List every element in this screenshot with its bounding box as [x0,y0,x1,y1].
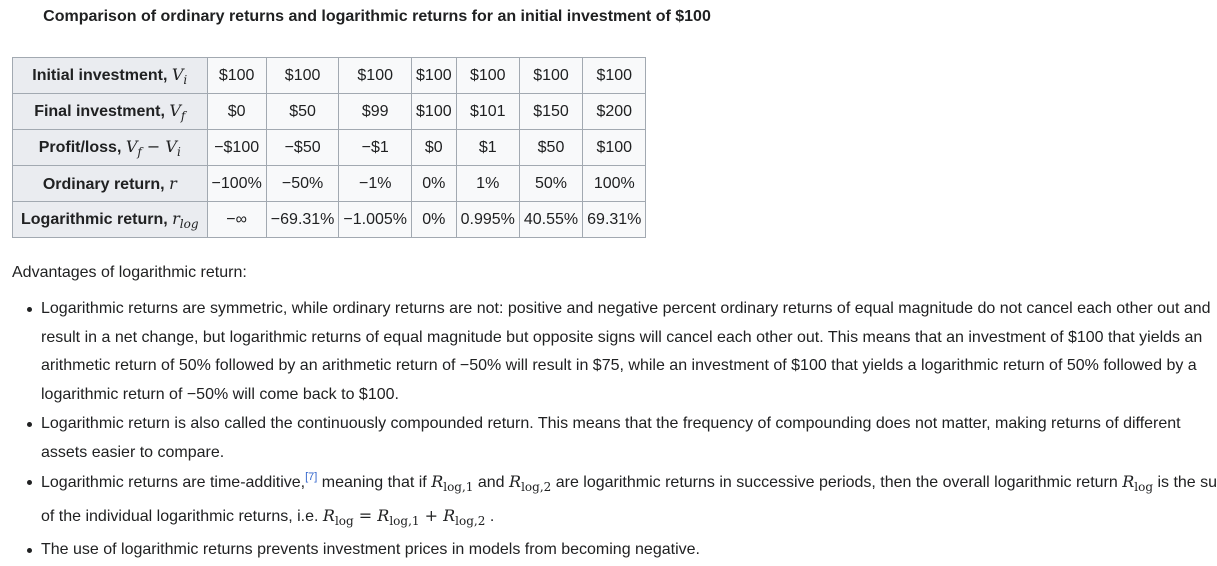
math-symbol: R [509,472,522,491]
table-cell: $0 [411,129,457,166]
list-item: Logarithmic returns are time-additive,[7… [27,468,1217,535]
table-cell: $0 [206,93,267,130]
math-subscript: log [1134,480,1153,494]
advantages-heading: Advantages of logarithmic return: [12,264,247,281]
list-item: Logarithmic return is also called the co… [27,410,1217,467]
table-row: Initial investment, Vi $100 $100 $100 $1… [12,57,647,94]
table-cell: −1.005% [338,201,413,238]
list-item-text: Logarithmic return is also called the co… [41,415,1181,461]
table-cell: −50% [265,165,340,202]
list-item-text: Logarithmic returns are time-additive, [41,474,306,491]
table-cell: $50 [265,93,340,130]
citation-reference: [7] [305,471,317,483]
list-item: The use of logarithmic returns prevents … [27,536,1217,565]
math-operator: + [419,505,444,525]
math-symbol: R [377,505,390,525]
table-cell: 0% [411,165,457,202]
table-row: Profit/loss, Vf − Vi −$100 −$50 −$1 $0 $… [12,129,647,166]
table-cell: $100 [206,57,267,94]
table-cell: 50% [518,165,584,202]
list-item: Logarithmic returns are symmetric, while… [27,295,1217,409]
table-caption: Comparison of ordinary returns and logar… [43,8,711,25]
table-cell: $200 [582,93,647,130]
table-row: Final investment, Vf $0 $50 $99 $100 $10… [12,93,647,130]
table-cell: $100 [582,129,647,166]
row-header-logarithmic-return: Logarithmic return, rlog [12,201,208,238]
row-header-profit-loss: Profit/loss, Vf − Vi [12,129,208,166]
row-header-initial-investment: Initial investment, Vi [12,57,208,94]
math-subscript: log,1 [443,480,474,494]
math-subscript: log,2 [521,480,552,494]
row-header-ordinary-return: Ordinary return, r [12,165,208,202]
list-item-text: are logarithmic returns in successive pe… [551,474,1123,491]
math-operator: = [353,505,378,525]
table-cell: −100% [206,165,267,202]
table-cell: −$1 [338,129,413,166]
row-header-final-investment: Final investment, Vf [12,93,208,130]
table-cell: −69.31% [265,201,340,238]
list-item-text: The use of logarithmic returns prevents … [41,541,700,558]
list-item-text: meaning that if [317,474,432,491]
math-symbol: R [322,505,335,525]
table-row: Logarithmic return, rlog −∞ −69.31% −1.0… [12,201,647,238]
table-row: Ordinary return, r −100% −50% −1% 0% 1% … [12,165,647,202]
table-cell: 0% [411,201,457,238]
returns-comparison-table: Initial investment, Vi $100 $100 $100 $1… [12,57,647,238]
math-symbol: R [431,472,444,491]
table-cell: $100 [582,57,647,94]
citation-link[interactable]: [7] [305,471,317,483]
table-cell: $99 [338,93,413,130]
table-cell: 0.995% [455,201,520,238]
article-page: { "caption": "Comparison of ordinary ret… [0,0,1217,561]
math-subscript: log,1 [389,513,420,528]
table-cell: 40.55% [518,201,584,238]
advantages-list: Logarithmic returns are symmetric, while… [23,295,1217,566]
table-cell: −$100 [206,129,267,166]
table-cell: $100 [455,57,520,94]
math-symbol: R [1122,472,1135,491]
math-subscript: log [334,513,354,528]
list-item-text: and [473,474,510,491]
math-symbol: R [443,505,456,525]
table-cell: 69.31% [582,201,647,238]
table-cell: $1 [455,129,520,166]
table-cell: $100 [338,57,413,94]
table-cell: 1% [455,165,520,202]
table-cell: $100 [411,93,457,130]
table-cell: $50 [518,129,584,166]
table-cell: −1% [338,165,413,202]
table-cell: $150 [518,93,584,130]
table-cell: −$50 [265,129,340,166]
table-cell: −∞ [206,201,267,238]
list-item-text: . [485,507,495,525]
table-cell: $101 [455,93,520,130]
table-cell: $100 [518,57,584,94]
table-cell: 100% [582,165,647,202]
table-cell: $100 [411,57,457,94]
math-subscript: log,2 [455,513,486,528]
list-item-text: Logarithmic returns are symmetric, while… [41,300,1211,403]
table-cell: $100 [265,57,340,94]
